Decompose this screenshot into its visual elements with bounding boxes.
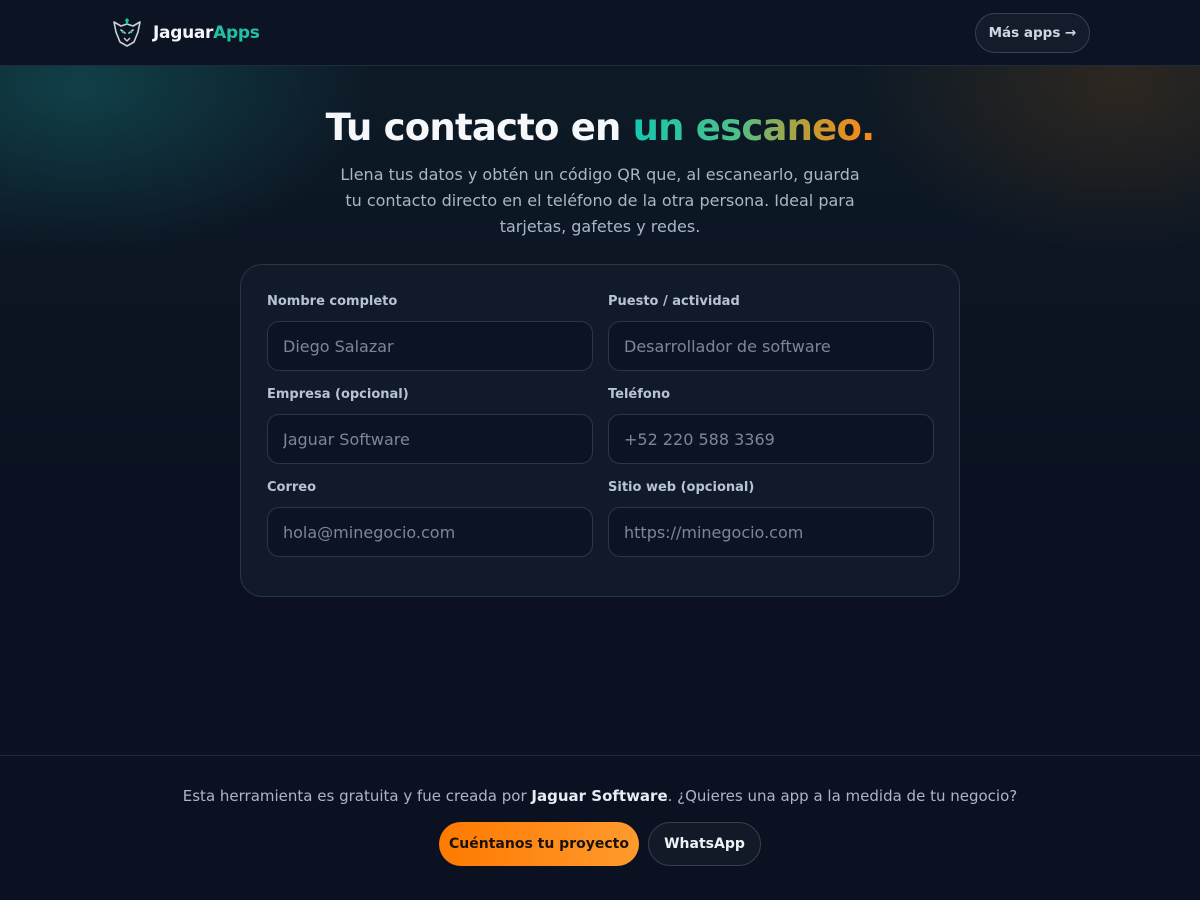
brand-name-part2: Apps — [213, 23, 260, 43]
page-title-dot: . — [861, 106, 875, 149]
contact-form-card: Nombre completo Puesto / actividad Empre… — [240, 264, 960, 597]
field-phone: Teléfono — [608, 387, 934, 464]
brand-logo[interactable]: JaguarApps — [110, 16, 260, 50]
field-company: Empresa (opcional) — [267, 387, 593, 464]
footer-text: Esta herramienta es gratuita y fue cread… — [0, 787, 1200, 805]
field-website: Sitio web (opcional) — [608, 480, 934, 557]
company-input[interactable] — [267, 414, 593, 464]
page-subtitle: Llena tus datos y obtén un código QR que… — [340, 165, 860, 236]
top-bar: JaguarApps Más apps → — [0, 0, 1200, 66]
brand-name: JaguarApps — [153, 23, 260, 43]
full-name-input[interactable] — [267, 321, 593, 371]
brand-name-part1: Jaguar — [153, 23, 214, 43]
footer-text-after: . ¿Quieres una app a la medida de tu neg… — [667, 787, 1018, 805]
field-label: Teléfono — [608, 387, 671, 402]
email-input[interactable] — [267, 507, 593, 557]
field-full-name: Nombre completo — [267, 294, 593, 371]
field-email: Correo — [267, 480, 593, 557]
contact-project-button[interactable]: Cuéntanos tu proyecto — [439, 822, 639, 866]
field-label: Empresa (opcional) — [267, 387, 409, 402]
field-label: Sitio web (opcional) — [608, 480, 755, 495]
jaguar-head-icon — [113, 18, 141, 47]
main-content: Tu contacto en un escaneo. Llena tus dat… — [0, 66, 1200, 756]
footer-text-before: Esta herramienta es gratuita y fue cread… — [182, 787, 532, 805]
field-job-title: Puesto / actividad — [608, 294, 934, 371]
more-apps-button[interactable]: Más apps → — [975, 13, 1090, 53]
website-input[interactable] — [608, 507, 934, 557]
page-title-part1: Tu contacto en — [325, 106, 633, 149]
field-label: Correo — [267, 480, 317, 495]
page-title: Tu contacto en un escaneo. — [0, 106, 1200, 149]
page-title-highlight: un escaneo — [632, 106, 862, 149]
footer-brand: Jaguar Software — [531, 787, 668, 805]
job-title-input[interactable] — [608, 321, 934, 371]
field-label: Nombre completo — [267, 294, 398, 309]
field-label: Puesto / actividad — [608, 294, 740, 309]
whatsapp-button[interactable]: WhatsApp — [648, 822, 761, 866]
footer: Esta herramienta es gratuita y fue cread… — [0, 755, 1200, 900]
phone-input[interactable] — [608, 414, 934, 464]
